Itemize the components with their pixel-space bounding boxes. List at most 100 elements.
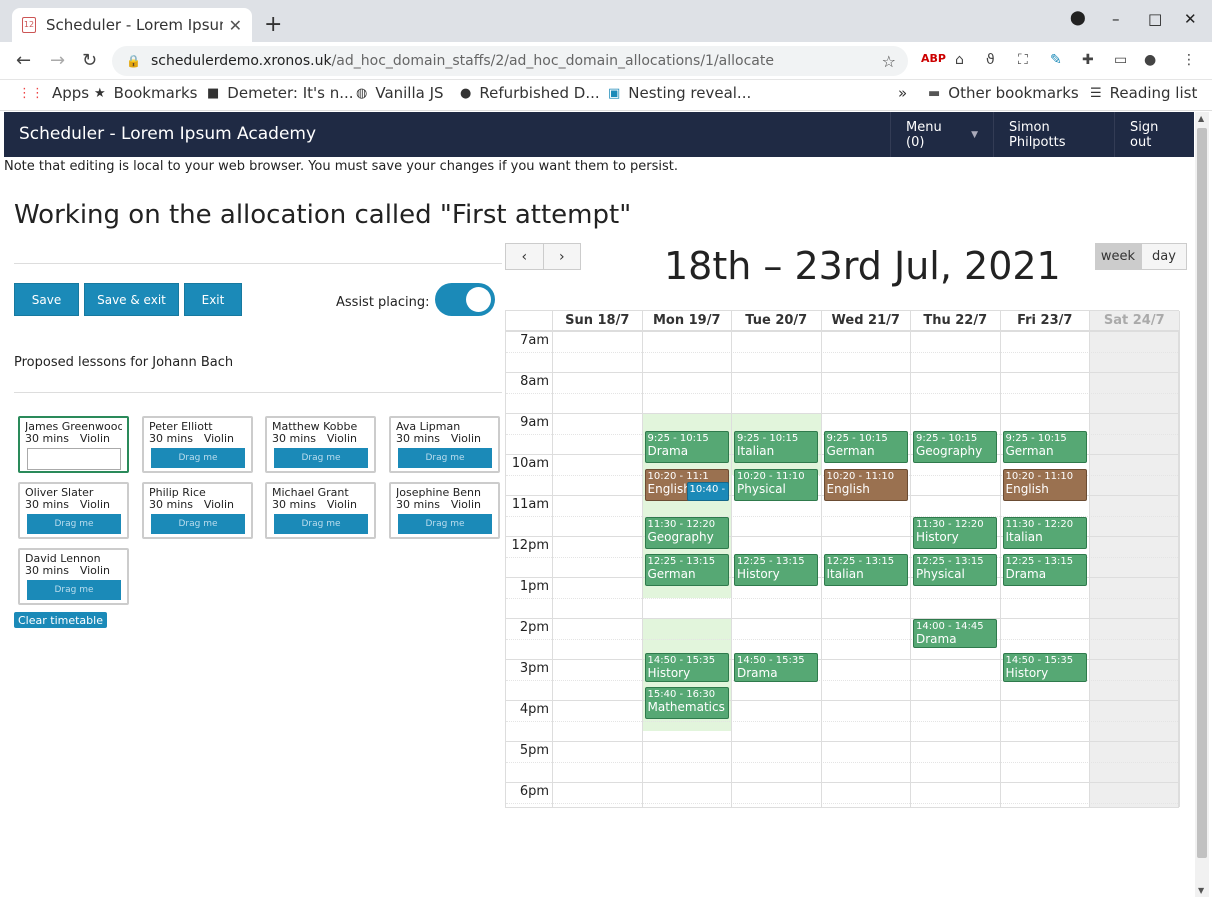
timetable-event[interactable]: 12:25 - 13:15 Physical — [913, 554, 997, 587]
menu-dropdown[interactable]: Menu (0) ▼ — [890, 112, 993, 157]
bookmark-vanilla-js[interactable]: ◍ Vanilla JS — [356, 84, 444, 102]
other-bookmarks[interactable]: ▬ Other bookmarks — [928, 84, 1079, 102]
timetable-event[interactable]: 14:50 - 15:35 History — [644, 653, 729, 682]
scroll-up-icon[interactable]: ▲ — [1198, 114, 1204, 123]
extension-swirl-icon[interactable]: ϑ — [986, 52, 995, 68]
cast-icon[interactable]: ▭ — [1114, 52, 1127, 68]
proposed-lesson-event[interactable]: 10:40 - — [686, 482, 729, 501]
lesson-card[interactable]: David Lennon 30 mins Violin Drag me — [18, 548, 129, 605]
drag-handle[interactable]: Drag me — [151, 514, 245, 534]
timetable-event[interactable]: 9:25 - 10:15 German — [823, 431, 908, 464]
lesson-card[interactable]: Oliver Slater 30 mins Violin Drag me — [18, 482, 129, 539]
browser-menu-icon[interactable]: ⋮ — [1182, 52, 1196, 68]
extensions-puzzle-icon[interactable]: ✚ — [1082, 52, 1094, 68]
bookmark-star-icon[interactable]: ☆ — [882, 52, 896, 71]
drag-handle[interactable]: Drag me — [398, 514, 492, 534]
clear-timetable-button[interactable]: Clear timetable — [14, 612, 107, 628]
timetable-event[interactable]: 12:25 - 13:15 German — [644, 554, 729, 587]
timetable-event[interactable]: 11:30 - 12:20 History — [913, 516, 997, 549]
lesson-placeholder-box[interactable] — [27, 448, 121, 470]
reading-list[interactable]: ☰ Reading list — [1090, 84, 1197, 102]
save-exit-button[interactable]: Save & exit — [84, 283, 179, 316]
screenshot-icon[interactable]: ⛶ — [1018, 52, 1028, 68]
lesson-duration: 30 mins — [25, 564, 69, 577]
bookmark-demeter[interactable]: ■ Demeter: It's n... — [207, 84, 354, 102]
browser-toolbar: ← → ↻ 🔒 schedulerdemo.xronos.uk/ad_hoc_d… — [0, 42, 1212, 80]
maximize-icon[interactable]: □ — [1148, 10, 1162, 28]
page-scrollbar[interactable]: ▲ ▼ — [1195, 112, 1209, 897]
drag-handle[interactable]: Drag me — [398, 448, 492, 468]
forward-icon[interactable]: → — [50, 50, 65, 71]
lesson-card[interactable]: Ava Lipman 30 mins Violin Drag me — [389, 416, 500, 473]
save-button[interactable]: Save — [14, 283, 79, 316]
timetable-event[interactable]: 12:25 - 13:15 Drama — [1002, 554, 1087, 587]
bookmark-refurbished[interactable]: ● Refurbished D... — [460, 84, 600, 102]
browser-tab[interactable]: 12 Scheduler - Lorem Ipsum A ✕ — [12, 8, 252, 42]
timetable-event[interactable]: 12:25 - 13:15 Italian — [823, 554, 908, 587]
hour-line — [506, 741, 1178, 742]
address-bar[interactable]: 🔒 schedulerdemo.xronos.uk/ad_hoc_domain_… — [112, 46, 908, 76]
day-header: Tue 20/7 — [732, 311, 822, 331]
timetable-event[interactable]: 9:25 - 10:15 Geography — [913, 431, 997, 464]
prev-week-button[interactable]: ‹ — [506, 244, 544, 269]
timetable-event[interactable]: 9:25 - 10:15 German — [1002, 431, 1087, 464]
new-tab-icon[interactable]: + — [264, 12, 282, 37]
week-view-button[interactable]: week — [1095, 243, 1141, 270]
lesson-card[interactable]: Michael Grant 30 mins Violin Drag me — [265, 482, 376, 539]
reload-icon[interactable]: ↻ — [82, 50, 97, 71]
drag-handle[interactable]: Drag me — [27, 580, 121, 600]
scrollbar-thumb[interactable] — [1197, 128, 1207, 858]
tab-title: Scheduler - Lorem Ipsum A — [46, 16, 223, 34]
exit-button[interactable]: Exit — [184, 283, 242, 316]
bookmarks-overflow[interactable]: » — [898, 84, 907, 102]
feather-icon[interactable]: ✎ — [1050, 52, 1062, 68]
adblock-icon[interactable]: ABP — [921, 52, 946, 65]
bookmark-apps[interactable]: ⋮⋮ Apps — [18, 84, 89, 102]
hour-label: 9am — [520, 415, 549, 430]
assist-placing-toggle[interactable] — [435, 283, 495, 316]
app-brand[interactable]: Scheduler - Lorem Ipsum Academy — [19, 124, 316, 144]
timetable-event[interactable]: 10:20 - 11:10 English — [823, 468, 908, 501]
lesson-card[interactable]: James Greenwood 30 mins Violin — [18, 416, 129, 473]
timetable-event[interactable]: 11:30 - 12:20 Italian — [1002, 516, 1087, 549]
close-window-icon[interactable]: ✕ — [1184, 10, 1197, 28]
close-tab-icon[interactable]: ✕ — [229, 16, 242, 35]
signout-link[interactable]: Sign out — [1114, 112, 1194, 157]
timetable-event[interactable]: 11:30 - 12:20 Geography — [644, 516, 729, 549]
star-icon: ★ — [94, 85, 106, 101]
profile-avatar-icon[interactable]: ● — [1144, 52, 1156, 68]
scroll-down-icon[interactable]: ▼ — [1198, 886, 1204, 895]
back-icon[interactable]: ← — [16, 50, 31, 71]
lesson-card[interactable]: Philip Rice 30 mins Violin Drag me — [142, 482, 253, 539]
drag-handle[interactable]: Drag me — [274, 514, 368, 534]
lesson-instrument: Violin — [326, 498, 357, 511]
timetable-event[interactable]: 12:25 - 13:15 History — [734, 554, 818, 587]
timetable-event[interactable]: 10:20 - 11:10 English — [1002, 468, 1087, 501]
lesson-card[interactable]: Matthew Kobbe 30 mins Violin Drag me — [265, 416, 376, 473]
timetable-event[interactable]: 9:25 - 10:15 Drama — [644, 431, 729, 464]
bookmark-bookmarks[interactable]: ★ Bookmarks — [94, 84, 197, 102]
minimize-icon[interactable]: – — [1112, 10, 1120, 28]
bookmark-nesting[interactable]: ▣ Nesting reveal... — [608, 84, 751, 102]
lesson-card[interactable]: Josephine Benn 30 mins Violin Drag me — [389, 482, 500, 539]
drag-handle[interactable]: Drag me — [274, 448, 368, 468]
timetable-event[interactable]: 9:25 - 10:15 Italian — [734, 431, 818, 464]
lesson-card[interactable]: Peter Elliott 30 mins Violin Drag me — [142, 416, 253, 473]
timetable-event[interactable]: 14:50 - 15:35 History — [1002, 653, 1087, 682]
drag-handle[interactable]: Drag me — [151, 448, 245, 468]
extension-hut-icon[interactable]: ⌂ — [955, 52, 964, 68]
user-link[interactable]: Simon Philpotts — [993, 112, 1114, 157]
timetable-event[interactable]: 10:20 - 11:10 Physical — [734, 468, 818, 501]
timetable-event[interactable]: 14:00 - 14:45 Drama — [913, 619, 997, 648]
event-time: 15:40 - 16:30 — [647, 689, 716, 701]
next-week-button[interactable]: › — [544, 244, 581, 269]
lock-icon: 🔒 — [126, 54, 141, 68]
event-time: 11:30 - 12:20 — [916, 518, 984, 530]
lesson-duration: 30 mins — [396, 498, 440, 511]
event-time: 9:25 - 10:15 — [916, 433, 978, 445]
timetable-event[interactable]: 15:40 - 16:30 Mathematics — [644, 687, 729, 720]
day-view-button[interactable]: day — [1141, 243, 1187, 270]
drag-handle[interactable]: Drag me — [27, 514, 121, 534]
profile-dropdown-icon[interactable]: ⬤ — [1070, 10, 1086, 26]
timetable-event[interactable]: 14:50 - 15:35 Drama — [734, 653, 818, 682]
